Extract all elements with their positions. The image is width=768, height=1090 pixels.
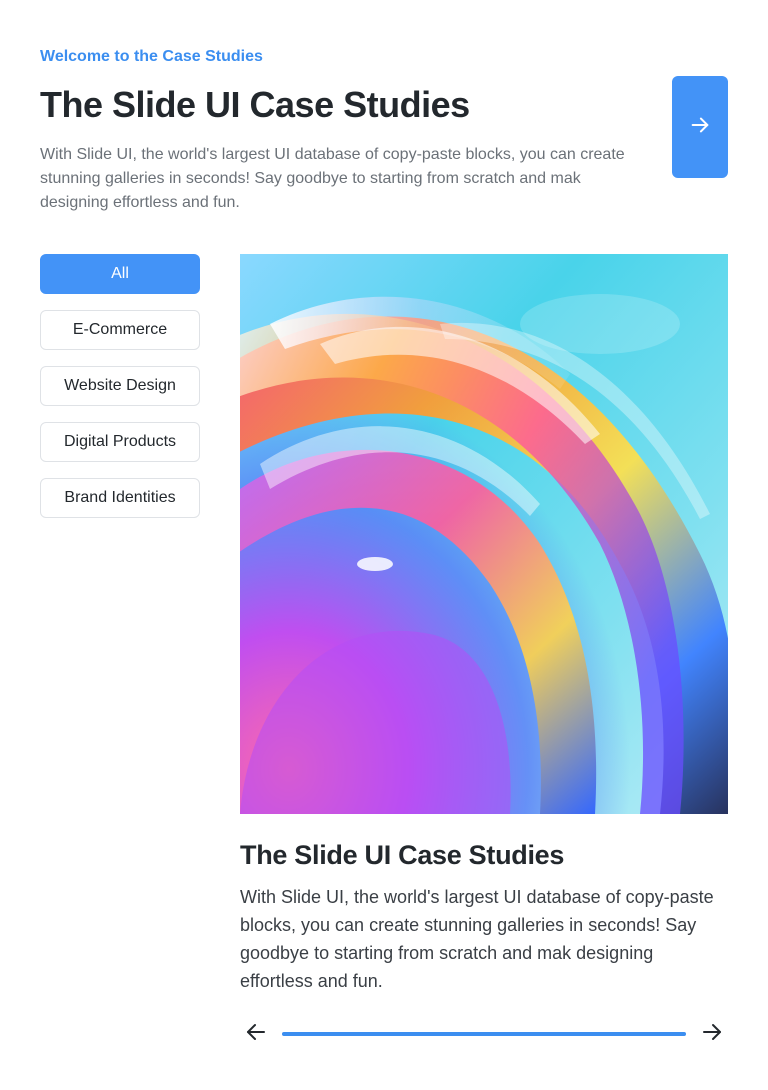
case-studies-page: Welcome to the Case Studies The Slide UI… [0,0,768,1090]
arrow-right-icon [700,1020,724,1049]
carousel-next-button[interactable] [696,1020,728,1048]
carousel-prev-button[interactable] [240,1020,272,1048]
page-title: The Slide UI Case Studies [40,84,470,125]
filter-digital-products[interactable]: Digital Products [40,422,200,462]
filter-brand-identities[interactable]: Brand Identities [40,478,200,518]
next-case-button[interactable] [672,76,728,178]
carousel-progress-fill [282,1032,686,1036]
filter-all[interactable]: All [40,254,200,294]
card-title: The Slide UI Case Studies [240,840,565,870]
case-study-image [240,254,728,814]
carousel-controls [240,1018,728,1050]
arrow-right-icon [689,114,711,141]
arrow-left-icon [244,1020,268,1049]
filter-website-design[interactable]: Website Design [40,366,200,406]
filter-e-commerce[interactable]: E-Commerce [40,310,200,350]
eyebrow-label: Welcome to the Case Studies [40,48,263,65]
carousel-progress-track[interactable] [282,1032,686,1036]
category-filters: All E-Commerce Website Design Digital Pr… [40,254,200,534]
card-description: With Slide UI, the world's largest UI da… [240,887,714,991]
page-intro: With Slide UI, the world's largest UI da… [40,146,625,211]
